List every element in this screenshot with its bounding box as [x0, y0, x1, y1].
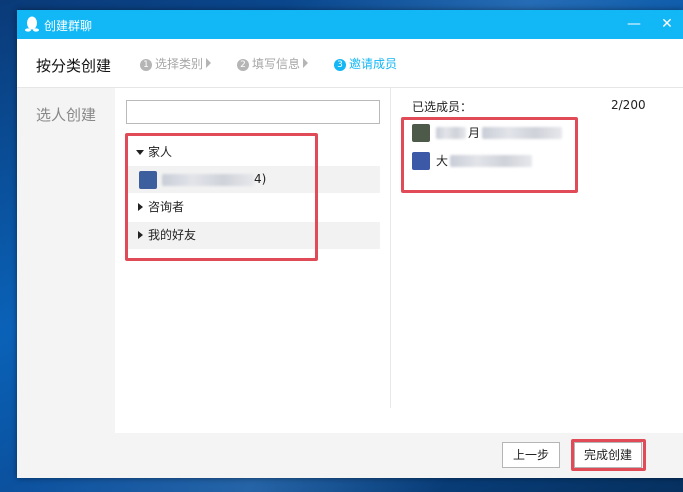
step-number: 2 [237, 59, 249, 71]
highlight-box [401, 117, 578, 193]
close-icon[interactable]: ✕ [654, 14, 680, 34]
search-input[interactable] [126, 100, 380, 124]
chevron-right-icon [303, 58, 309, 68]
step-fill-info: 2 填写信息 [237, 57, 309, 71]
selected-title: 已选成员： [412, 100, 473, 114]
step-number: 1 [140, 59, 152, 71]
step-label: 填写信息 [252, 57, 301, 71]
qq-penguin-icon [25, 16, 39, 32]
title-bar: 创建群聊 — ✕ [17, 10, 683, 39]
step-number: 3 [334, 59, 346, 71]
prev-button[interactable]: 上一步 [502, 442, 560, 468]
selected-count: 2/200 [611, 98, 646, 112]
highlight-box [125, 133, 318, 261]
highlight-box [571, 439, 646, 471]
step-select-category: 1 选择类别 [140, 57, 212, 71]
create-group-window: 创建群聊 — ✕ 按分类创建 1 选择类别 2 填写信息 3 邀请成员 选人创建 家人… [17, 10, 683, 478]
minimize-icon[interactable]: — [621, 14, 647, 34]
chevron-right-icon [206, 58, 212, 68]
step-label: 选择类别 [155, 57, 204, 71]
page-title: 按分类创建 [36, 57, 112, 75]
left-nav: 选人创建 [17, 88, 115, 478]
nav-item-select-people[interactable]: 选人创建 [36, 104, 96, 125]
step-label: 邀请成员 [349, 57, 398, 71]
panel-divider [390, 88, 391, 408]
step-invite-members: 3 邀请成员 [334, 57, 397, 71]
step-header: 按分类创建 1 选择类别 2 填写信息 3 邀请成员 [17, 39, 683, 88]
window-title: 创建群聊 [44, 19, 93, 33]
